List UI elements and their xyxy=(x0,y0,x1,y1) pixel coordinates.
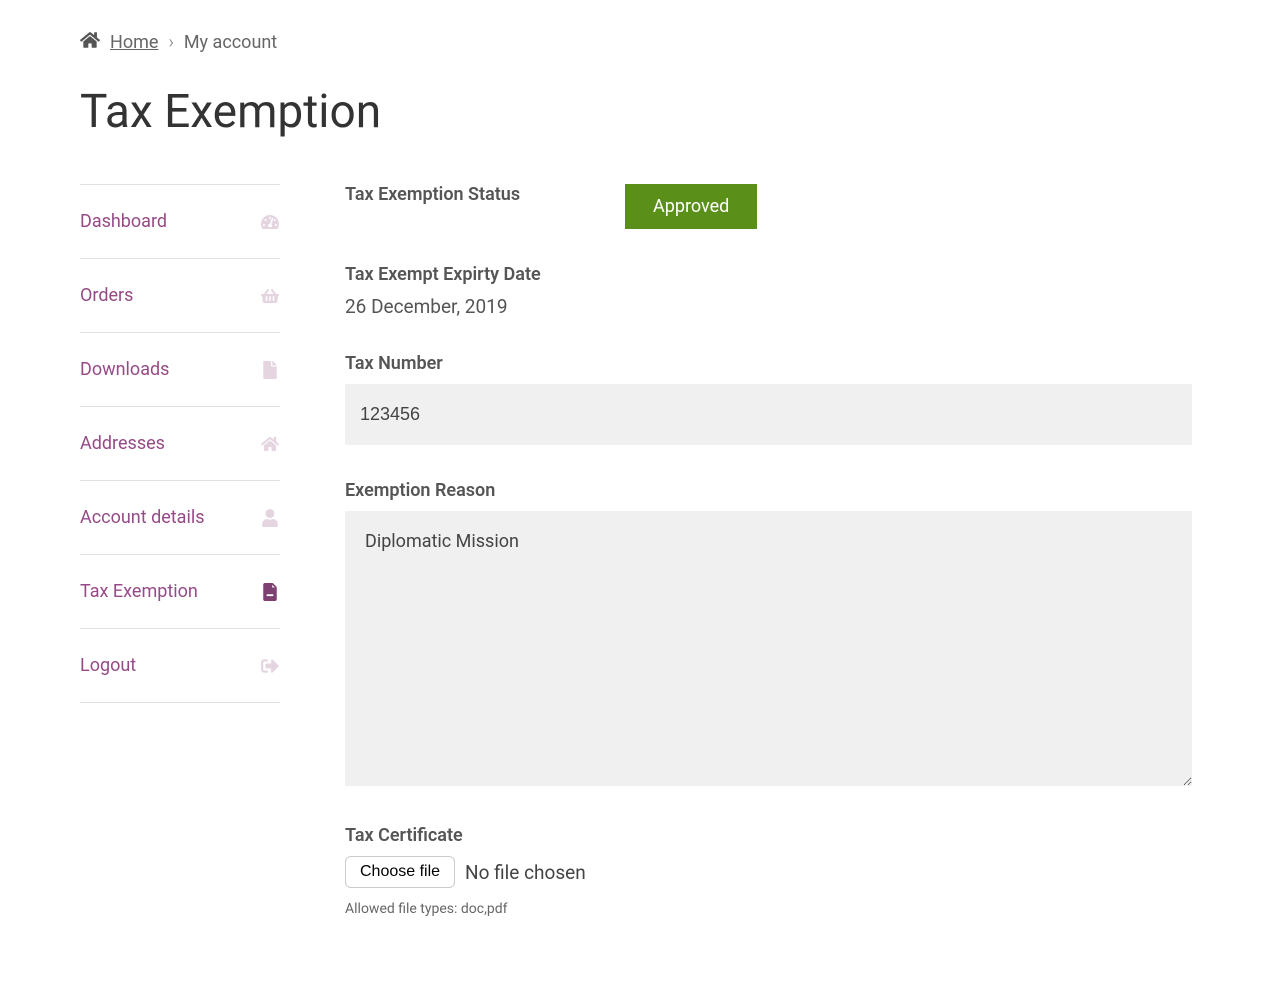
breadcrumb-home-link[interactable]: Home xyxy=(110,32,158,53)
no-file-text: No file chosen xyxy=(465,861,586,884)
sidebar-item-label: Tax Exemption xyxy=(80,581,198,602)
sidebar-item-dashboard[interactable]: Dashboard xyxy=(80,184,280,258)
sidebar-item-orders[interactable]: Orders xyxy=(80,258,280,332)
logout-icon xyxy=(260,656,280,676)
sidebar-item-label: Addresses xyxy=(80,433,165,454)
page-title: Tax Exemption xyxy=(80,85,1192,139)
sidebar-item-label: Orders xyxy=(80,285,133,306)
basket-icon xyxy=(260,286,280,306)
sidebar-item-tax-exemption[interactable]: Tax Exemption xyxy=(80,554,280,628)
expiry-label: Tax Exempt Expirty Date xyxy=(345,264,1192,285)
expiry-value: 26 December, 2019 xyxy=(345,295,508,318)
sidebar-item-downloads[interactable]: Downloads xyxy=(80,332,280,406)
sidebar-item-logout[interactable]: Logout xyxy=(80,628,280,703)
home-icon xyxy=(80,30,100,55)
main-content: Tax Exemption Status Approved Tax Exempt… xyxy=(345,184,1192,952)
account-sidebar: Dashboard Orders Downloads Addresses Acc… xyxy=(80,184,280,952)
choose-file-button[interactable]: Choose file xyxy=(345,856,455,888)
status-badge: Approved xyxy=(625,184,757,229)
breadcrumb: Home › My account xyxy=(80,30,1192,55)
status-label: Tax Exemption Status xyxy=(345,184,595,205)
file-icon xyxy=(260,360,280,380)
sidebar-item-account-details[interactable]: Account details xyxy=(80,480,280,554)
breadcrumb-current: My account xyxy=(184,32,277,53)
tax-number-label: Tax Number xyxy=(345,353,1192,374)
cert-label: Tax Certificate xyxy=(345,825,1192,846)
allowed-types-text: Allowed file types: doc,pdf xyxy=(345,901,507,917)
sidebar-item-label: Account details xyxy=(80,507,205,528)
reason-label: Exemption Reason xyxy=(345,480,1192,501)
gauge-icon xyxy=(260,212,280,232)
sidebar-item-addresses[interactable]: Addresses xyxy=(80,406,280,480)
tax-number-input[interactable] xyxy=(345,384,1192,445)
document-icon xyxy=(260,582,280,602)
home-icon xyxy=(260,434,280,454)
breadcrumb-separator: › xyxy=(168,32,173,53)
sidebar-item-label: Dashboard xyxy=(80,211,167,232)
reason-textarea[interactable] xyxy=(345,511,1192,786)
user-icon xyxy=(260,508,280,528)
sidebar-item-label: Downloads xyxy=(80,359,169,380)
sidebar-item-label: Logout xyxy=(80,655,136,676)
